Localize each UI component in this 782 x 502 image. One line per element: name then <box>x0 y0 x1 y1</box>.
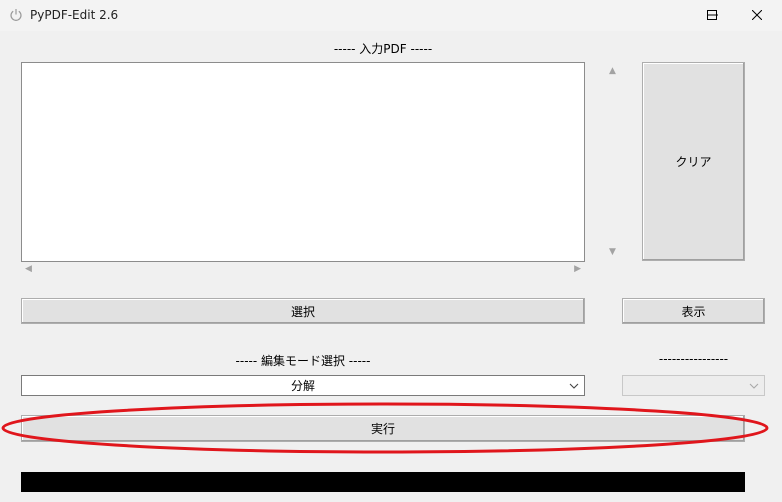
progress-bar <box>21 472 745 492</box>
edit-mode-value: 分解 <box>290 379 315 393</box>
title-bar: PyPDF-Edit 2.6 <box>0 0 782 31</box>
clear-button[interactable]: クリア <box>642 62 745 261</box>
maximize-button[interactable] <box>689 0 735 31</box>
maximize-icon <box>707 9 717 23</box>
horizontal-scrollbar[interactable]: ◀ ▶ <box>21 262 585 278</box>
sub-option-label: ---------------- <box>658 352 729 366</box>
close-button[interactable] <box>734 0 780 31</box>
edit-mode-label: ----- 編集モード選択 ----- <box>235 354 371 368</box>
input-pdf-label: ----- 入力PDF ----- <box>333 42 433 56</box>
vertical-scrollbar[interactable]: ▲ ▼ <box>604 62 624 262</box>
scroll-up-icon[interactable]: ▲ <box>609 67 616 76</box>
power-icon <box>9 8 23 22</box>
scroll-down-icon[interactable]: ▼ <box>609 248 616 257</box>
chevron-down-icon[interactable] <box>748 380 760 392</box>
scroll-left-icon[interactable]: ◀ <box>25 265 32 274</box>
chevron-down-icon[interactable] <box>568 380 580 392</box>
select-button[interactable]: 選択 <box>21 298 585 324</box>
sub-option-select[interactable] <box>622 375 765 396</box>
run-button[interactable]: 実行 <box>21 415 745 442</box>
input-file-listbox[interactable] <box>21 62 585 262</box>
edit-mode-select[interactable]: 分解 <box>21 375 585 396</box>
window-title: PyPDF-Edit 2.6 <box>30 8 119 22</box>
close-icon <box>751 9 763 23</box>
scroll-right-icon[interactable]: ▶ <box>574 265 581 274</box>
show-button[interactable]: 表示 <box>622 298 765 324</box>
